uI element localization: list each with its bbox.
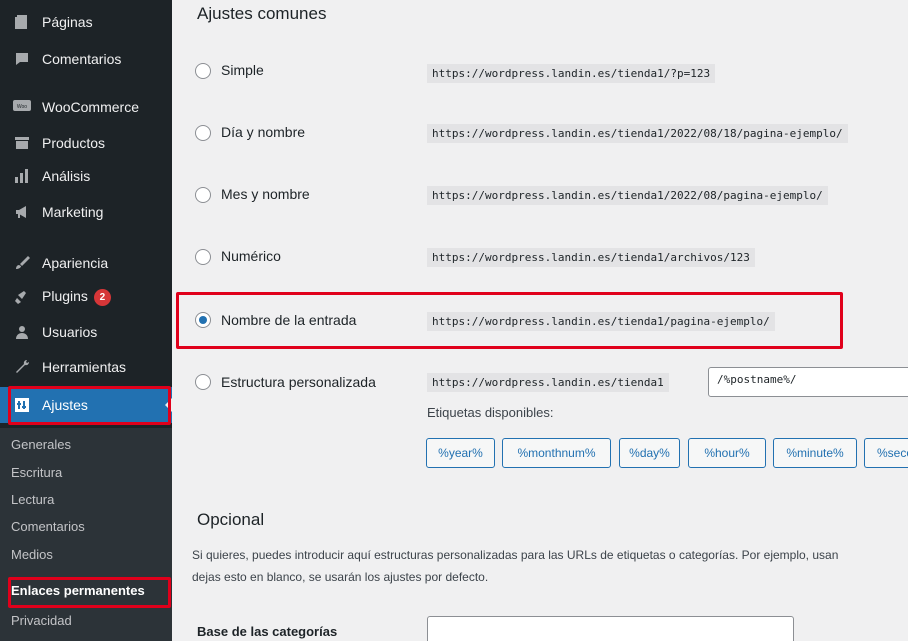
sidebar-item-label: Apariencia xyxy=(42,255,109,271)
sidebar-item-usuarios[interactable]: Usuarios xyxy=(0,318,172,346)
pages-icon xyxy=(12,12,32,32)
woocommerce-icon: Woo xyxy=(12,97,32,117)
plugins-icon xyxy=(12,287,32,307)
sidebar-item-woocommerce[interactable]: Woo WooCommerce xyxy=(0,93,172,121)
option-label: Simple xyxy=(221,62,264,78)
sidebar-item-ajustes[interactable]: Ajustes xyxy=(0,387,172,423)
sidebar-item-label: Herramientas xyxy=(42,359,127,375)
submenu-item-medios[interactable]: Medios xyxy=(11,547,53,562)
sidebar-item-label: WooCommerce xyxy=(42,99,139,115)
url-example: https://wordpress.landin.es/tienda1/2022… xyxy=(427,186,828,205)
option-label: Mes y nombre xyxy=(221,186,310,202)
comments-icon xyxy=(12,49,32,69)
settings-icon xyxy=(12,395,32,415)
url-example: https://wordpress.landin.es/tienda1/?p=1… xyxy=(427,64,716,83)
section-title-common: Ajustes comunes xyxy=(197,4,327,23)
submenu-item-generales[interactable]: Generales xyxy=(11,437,71,452)
sidebar-item-comentarios[interactable]: Comentarios xyxy=(0,45,172,73)
radio-dia-nombre[interactable] xyxy=(195,125,211,141)
tag-button-day[interactable]: %day% xyxy=(619,438,680,468)
tag-button-year[interactable]: %year% xyxy=(426,438,495,468)
submenu-item-enlaces-permanentes[interactable]: Enlaces permanentes xyxy=(11,583,145,598)
analytics-icon xyxy=(12,166,32,186)
sidebar-item-label: Marketing xyxy=(42,204,104,220)
radio-personalizada[interactable] xyxy=(195,374,211,390)
submenu-item-escritura[interactable]: Escritura xyxy=(11,465,62,480)
custom-structure-input[interactable]: /%postname%/ xyxy=(708,367,908,397)
svg-text:Woo: Woo xyxy=(17,104,27,110)
url-prefix: https://wordpress.landin.es/tienda1 xyxy=(427,373,669,392)
option-label: Día y nombre xyxy=(221,124,306,140)
sidebar-item-marketing[interactable]: Marketing xyxy=(0,198,172,226)
option-label: Nombre de la entrada xyxy=(221,312,357,328)
url-example: https://wordpress.landin.es/tienda1/arch… xyxy=(427,248,755,267)
sidebar-item-label: Ajustes xyxy=(42,397,88,413)
sidebar-item-plugins[interactable]: Plugins 2 xyxy=(0,283,172,311)
users-icon xyxy=(12,322,32,342)
current-menu-arrow xyxy=(165,398,172,412)
sidebar-item-herramientas[interactable]: Herramientas xyxy=(0,353,172,381)
optional-description-line2: dejas esto en blanco, se usarán los ajus… xyxy=(192,570,489,584)
admin-sidebar: Páginas Comentarios Woo WooCommerce Prod… xyxy=(0,0,172,641)
sidebar-item-label: Productos xyxy=(42,135,106,151)
radio-numerico[interactable] xyxy=(195,249,211,265)
radio-simple[interactable] xyxy=(195,63,211,79)
option-label: Estructura personalizada xyxy=(221,374,376,390)
category-base-input[interactable] xyxy=(427,616,794,641)
tag-button-minute[interactable]: %minute% xyxy=(773,438,857,468)
tag-button-monthnum[interactable]: %monthnum% xyxy=(502,438,611,468)
appearance-icon xyxy=(12,253,32,273)
marketing-icon xyxy=(12,202,32,222)
submenu-item-comentarios[interactable]: Comentarios xyxy=(11,519,85,534)
submenu-item-privacidad[interactable]: Privacidad xyxy=(11,613,72,628)
tag-button-hour[interactable]: %hour% xyxy=(688,438,766,468)
sidebar-item-productos[interactable]: Productos xyxy=(0,129,172,157)
tools-icon xyxy=(12,357,32,377)
url-example: https://wordpress.landin.es/tienda1/pagi… xyxy=(427,312,775,331)
sidebar-item-analisis[interactable]: Análisis xyxy=(0,162,172,190)
sidebar-item-apariencia[interactable]: Apariencia xyxy=(0,249,172,277)
available-tags-label: Etiquetas disponibles: xyxy=(427,405,554,420)
sidebar-item-label: Plugins 2 xyxy=(42,288,111,306)
tag-button-second[interactable]: %seco xyxy=(864,438,908,468)
sidebar-item-paginas[interactable]: Páginas xyxy=(0,8,172,36)
settings-submenu: Generales Escritura Lectura Comentarios … xyxy=(0,428,172,641)
option-label: Numérico xyxy=(221,248,281,264)
category-base-label: Base de las categorías xyxy=(197,624,338,639)
sidebar-item-label: Páginas xyxy=(42,14,93,30)
radio-nombre-entrada[interactable] xyxy=(195,312,211,328)
products-icon xyxy=(12,133,32,153)
update-count-badge: 2 xyxy=(93,288,111,306)
sidebar-item-label: Usuarios xyxy=(42,324,98,340)
optional-description-line1: Si quieres, puedes introducir aquí estru… xyxy=(192,548,839,562)
radio-mes-nombre[interactable] xyxy=(195,187,211,203)
sidebar-item-label: Análisis xyxy=(42,168,91,184)
submenu-item-lectura[interactable]: Lectura xyxy=(11,492,54,507)
url-example: https://wordpress.landin.es/tienda1/2022… xyxy=(427,124,848,143)
permalink-settings-main: Ajustes comunes Simple https://wordpress… xyxy=(172,0,908,641)
sidebar-item-label: Comentarios xyxy=(42,51,122,67)
section-title-optional: Opcional xyxy=(197,510,265,529)
